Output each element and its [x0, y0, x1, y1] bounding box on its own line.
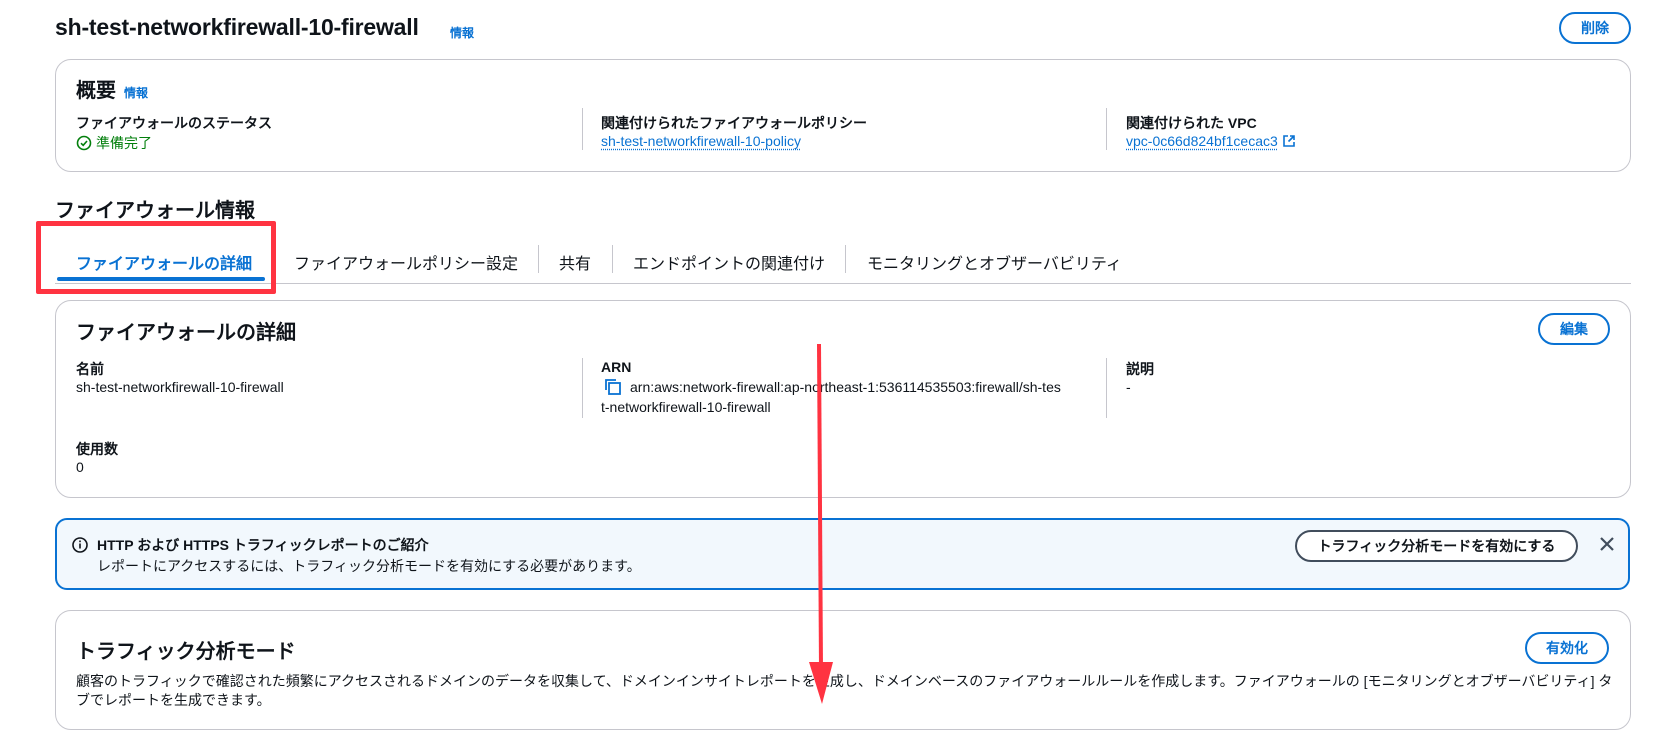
- policy-label: 関連付けられたファイアウォールポリシー: [601, 115, 867, 131]
- check-circle-icon: [76, 135, 92, 151]
- external-link-icon: [1282, 135, 1295, 147]
- annotation-highlight-box: [36, 221, 276, 294]
- traffic-description-line2: ブでレポートを生成できます。: [76, 692, 271, 708]
- page-title: sh-test-networkfirewall-10-firewall: [55, 14, 419, 40]
- flash-message: レポートにアクセスするには、トラフィック分析モードを有効にする必要があります。: [97, 558, 641, 574]
- tab-firewall-policy-settings[interactable]: ファイアウォールポリシー設定: [294, 250, 518, 274]
- close-flash-button[interactable]: [1596, 533, 1618, 560]
- enable-button[interactable]: 有効化: [1525, 632, 1609, 664]
- vpc-label: 関連付けられた VPC: [1126, 115, 1257, 131]
- info-link[interactable]: 情報: [450, 24, 474, 41]
- annotation-arrow: [809, 343, 833, 704]
- divider: [1106, 108, 1107, 150]
- status-value: 準備完了: [76, 133, 152, 153]
- info-icon: [72, 537, 88, 553]
- description-value: -: [1126, 379, 1131, 395]
- flash-title: HTTP および HTTPS トラフィックレポートのご紹介: [97, 537, 429, 553]
- tab-monitoring[interactable]: モニタリングとオブザーバビリティ: [867, 250, 1122, 274]
- info-flashbar: HTTP および HTTPS トラフィックレポートのご紹介 レポートにアクセスす…: [55, 518, 1630, 590]
- name-label: 名前: [76, 361, 104, 377]
- traffic-description-line1: 顧客のトラフィックで確認された頻繁にアクセスされるドメインのデータを収集して、ド…: [76, 673, 1613, 689]
- overview-panel: 概要 情報 ファイアウォールのステータス 準備完了 関連付けられたファイアウォー…: [55, 59, 1631, 172]
- tab-divider: [845, 245, 846, 273]
- copy-icon: [605, 379, 621, 395]
- copy-arn-button[interactable]: [604, 378, 622, 401]
- close-icon: [1600, 537, 1614, 551]
- divider: [582, 358, 583, 418]
- arn-value-line2: t-networkfirewall-10-firewall: [601, 399, 771, 415]
- delete-button[interactable]: 削除: [1559, 12, 1631, 44]
- arn-value-line1: arn:aws:network-firewall:ap-northeast-1:…: [630, 379, 1061, 395]
- tab-endpoint-associations[interactable]: エンドポイントの関連付け: [633, 250, 825, 274]
- status-text: 準備完了: [96, 135, 152, 151]
- tab-divider: [538, 245, 539, 273]
- overview-heading: 概要: [76, 80, 116, 102]
- status-label: ファイアウォールのステータス: [76, 115, 272, 131]
- traffic-heading: トラフィック分析モード: [76, 641, 296, 663]
- description-label: 説明: [1126, 361, 1154, 377]
- traffic-analysis-panel: トラフィック分析モード 有効化 顧客のトラフィックで確認された頻繁にアクセスされ…: [55, 610, 1631, 730]
- policy-link[interactable]: sh-test-networkfirewall-10-policy: [601, 133, 801, 149]
- name-value: sh-test-networkfirewall-10-firewall: [76, 379, 284, 395]
- firewall-info-heading: ファイアウォール情報: [55, 200, 255, 222]
- tab-divider: [612, 245, 613, 273]
- edit-button[interactable]: 編集: [1538, 313, 1610, 345]
- overview-info-link[interactable]: 情報: [124, 84, 148, 101]
- tab-sharing[interactable]: 共有: [559, 250, 591, 274]
- details-panel: ファイアウォールの詳細 編集 名前 sh-test-networkfirewal…: [55, 300, 1631, 498]
- vpc-link-wrap[interactable]: vpc-0c66d824bf1cecac3: [1126, 133, 1296, 149]
- divider: [582, 108, 583, 150]
- tabs-baseline: [55, 283, 1631, 284]
- divider: [1106, 358, 1107, 418]
- usage-label: 使用数: [76, 441, 118, 457]
- arn-label: ARN: [601, 359, 632, 375]
- details-heading: ファイアウォールの詳細: [76, 322, 296, 344]
- vpc-link[interactable]: vpc-0c66d824bf1cecac3: [1126, 133, 1278, 149]
- enable-traffic-analysis-button[interactable]: トラフィック分析モードを有効にする: [1295, 530, 1578, 562]
- usage-value: 0: [76, 459, 84, 475]
